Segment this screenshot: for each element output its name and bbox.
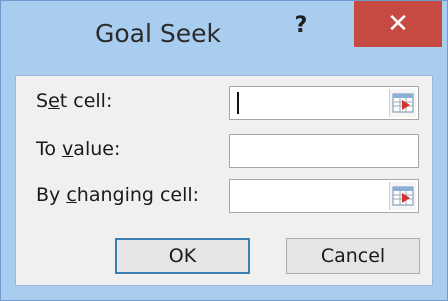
dialog-title: Goal Seek <box>95 19 221 48</box>
to-value-field[interactable] <box>229 134 419 168</box>
set-cell-label: Set cell: <box>36 90 113 112</box>
collapse-dialog-icon <box>392 186 414 206</box>
help-button[interactable]: ? <box>271 1 331 51</box>
text-caret <box>237 92 239 114</box>
goal-seek-dialog: Goal Seek ? ✕ Set cell: To value: By cha… <box>0 0 448 301</box>
cancel-button[interactable]: Cancel <box>286 238 420 274</box>
dialog-body: Set cell: To value: By changing cell: OK… <box>15 75 433 286</box>
to-value-input[interactable] <box>230 135 418 167</box>
by-changing-cell-label: By changing cell: <box>36 184 200 206</box>
set-cell-field[interactable] <box>229 86 419 120</box>
collapse-dialog-icon <box>392 93 414 113</box>
ok-button[interactable]: OK <box>115 238 250 274</box>
title-bar[interactable]: Goal Seek ? ✕ <box>1 1 447 75</box>
close-button[interactable]: ✕ <box>354 1 442 47</box>
to-value-label: To value: <box>36 138 121 160</box>
by-changing-cell-field[interactable] <box>229 179 419 213</box>
by-changing-cell-refedit-button[interactable] <box>389 182 416 210</box>
set-cell-refedit-button[interactable] <box>389 89 416 117</box>
